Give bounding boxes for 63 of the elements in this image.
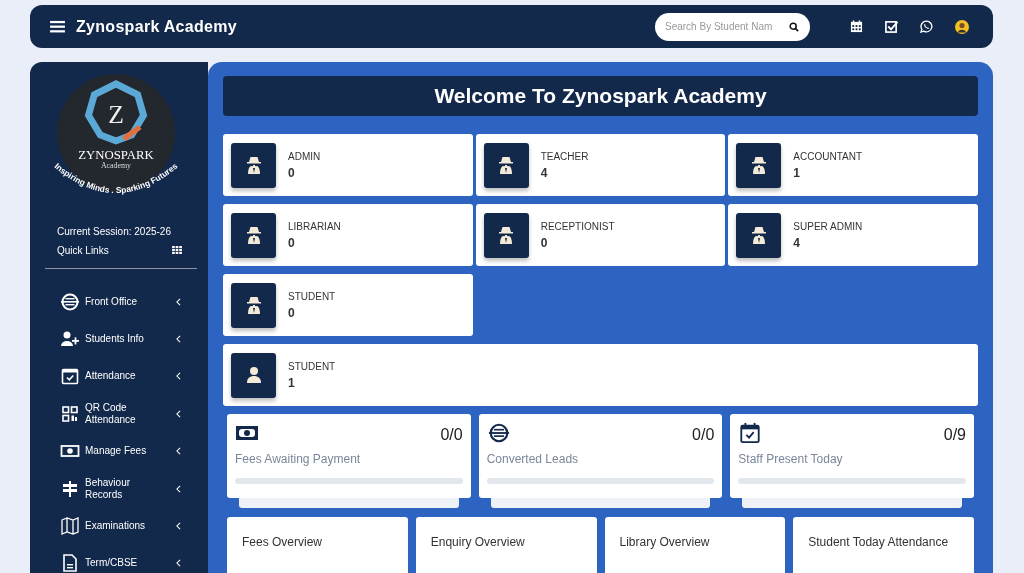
sidebar-item[interactable]: QR Code Attendance — [30, 395, 208, 433]
stat-label: Staff Present Today — [738, 452, 844, 466]
stat-label: Fees Awaiting Payment — [235, 452, 362, 466]
chevron-icon — [176, 297, 181, 306]
chevron-icon — [176, 409, 181, 418]
role-count: 1 — [288, 375, 296, 390]
lines-circle-icon — [486, 422, 511, 444]
stat-value: 0/9 — [943, 426, 966, 444]
grid-icon[interactable] — [172, 246, 182, 255]
lines-circle-icon — [60, 291, 80, 312]
role-label: LIBRARIAN — [288, 220, 341, 232]
role-label: ACCOUNTANT — [793, 150, 863, 162]
role-label: STUDENT — [288, 290, 336, 302]
avatar-icon[interactable] — [955, 19, 969, 34]
sidebar-item[interactable]: Attendance — [30, 357, 208, 396]
calendar-icon[interactable] — [850, 20, 863, 33]
sidebar-item[interactable]: Students Info — [30, 320, 208, 358]
calendar-check-icon — [60, 366, 80, 387]
calendar-check-icon — [738, 422, 763, 444]
role-label: RECEPTIONIST — [540, 220, 615, 232]
chevron-icon — [176, 521, 181, 530]
stat-label: Converted Leads — [486, 452, 580, 466]
role-count: 0 — [540, 235, 549, 250]
role-label: TEACHER — [540, 150, 589, 162]
sidebar-item[interactable]: Behaviour Records — [30, 469, 208, 508]
role-label: SUPER ADMIN — [793, 220, 863, 232]
quick-links-label: Quick Links — [57, 244, 109, 256]
add-user-icon — [60, 329, 80, 349]
overview-title: Enquiry Overview — [430, 535, 525, 549]
role-count: 0 — [288, 235, 296, 250]
role-count: 4 — [793, 235, 801, 250]
role-label: STUDENT — [288, 360, 336, 372]
sidebar-item[interactable]: Examinations — [30, 507, 208, 545]
chevron-icon — [176, 372, 181, 381]
checkbox-icon[interactable] — [885, 20, 898, 33]
search-field[interactable]: Search By Student Nam — [655, 12, 810, 41]
role-count: 0 — [288, 165, 296, 180]
overview-title: Student Today Attendance — [808, 535, 949, 549]
menu-icon[interactable] — [50, 20, 65, 33]
stat-value: 0/0 — [440, 426, 463, 444]
welcome-banner: Welcome To Zynospark Academy — [223, 76, 978, 116]
map-icon — [60, 515, 80, 536]
app-title: Zynospark Academy — [76, 17, 237, 36]
stat-value: 0/0 — [692, 426, 715, 444]
signpost-icon — [60, 478, 80, 499]
sidebar-item[interactable]: Term/CBSE — [30, 544, 208, 573]
chevron-icon — [176, 335, 181, 343]
role-label: ADMIN — [288, 150, 321, 162]
sidebar-item[interactable]: Manage Fees — [30, 432, 208, 470]
role-count: 4 — [540, 165, 549, 180]
overview-title: Fees Overview — [242, 535, 323, 549]
search-icon[interactable] — [789, 21, 799, 32]
overview-title: Library Overview — [619, 535, 710, 549]
role-count: 0 — [288, 305, 296, 320]
qr-code-icon — [60, 403, 80, 424]
chevron-icon — [176, 447, 181, 456]
chat-icon[interactable] — [920, 20, 933, 33]
chevron-icon — [176, 484, 181, 493]
session-label: Current Session: 2025-26 — [57, 225, 172, 237]
role-count: 1 — [793, 165, 801, 180]
chevron-icon — [176, 559, 181, 568]
sidebar-item[interactable]: Front Office — [30, 282, 208, 321]
document-icon — [60, 553, 80, 573]
